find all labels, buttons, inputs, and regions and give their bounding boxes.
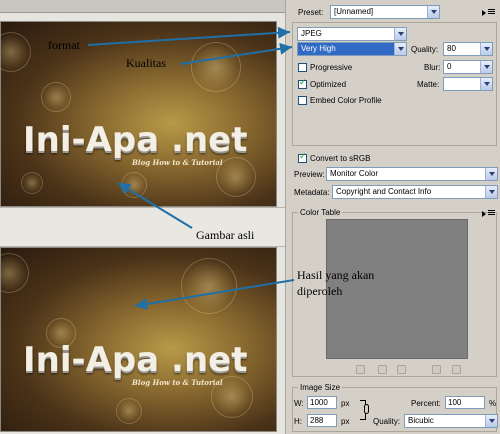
tagline-text: Blog How to & Tutorial xyxy=(132,158,223,167)
width-unit: px xyxy=(341,399,350,408)
logo-text: Ini-Apa .net xyxy=(23,120,248,160)
bokeh-circle xyxy=(1,253,29,293)
optimized-label: Optimized xyxy=(310,80,347,89)
trash-icon[interactable] xyxy=(452,365,461,374)
resample-quality-label: Quality: xyxy=(373,417,401,426)
quality-preset-dropdown[interactable]: Very High xyxy=(297,42,407,56)
chevron-down-icon xyxy=(480,43,492,55)
bokeh-circle xyxy=(121,172,147,198)
quality-label: Quality: xyxy=(411,45,439,54)
bokeh-circle xyxy=(21,172,43,194)
annotation-hasil-line1: Hasil yang akan xyxy=(297,268,375,282)
blur-label: Blur: xyxy=(424,63,441,72)
logo-text: Ini-Apa .net xyxy=(23,340,248,380)
chevron-down-icon xyxy=(394,28,406,40)
height-field[interactable]: 288 xyxy=(307,414,337,427)
convert-srgb-checkbox[interactable] xyxy=(298,152,307,163)
annotation-gambar-asli: Gambar asli xyxy=(196,228,255,242)
chevron-down-icon xyxy=(485,168,497,180)
settings-panel: Preset: [Unnamed] JPEG Very High Quality… xyxy=(285,0,500,434)
preset-label: Preset: xyxy=(298,8,324,17)
preview-label: Preview: xyxy=(294,170,325,179)
metadata-dropdown[interactable]: Copyright and Contact Info xyxy=(332,185,498,199)
preset-dropdown[interactable]: [Unnamed] xyxy=(330,5,440,19)
width-label: W: xyxy=(294,399,304,408)
chain-link-icon[interactable] xyxy=(364,404,369,414)
embed-color-profile-label: Embed Color Profile xyxy=(310,96,382,105)
matte-label: Matte: xyxy=(417,80,440,89)
blur-field[interactable]: 0 xyxy=(443,60,493,74)
lock-color-icon[interactable] xyxy=(397,365,406,374)
quality-field[interactable]: 80 xyxy=(443,42,493,56)
resample-quality-dropdown[interactable]: Bicubic xyxy=(404,414,498,428)
chevron-down-icon xyxy=(480,61,492,73)
progressive-checkbox[interactable] xyxy=(298,63,307,72)
map-color-icon[interactable] xyxy=(356,365,365,374)
annotation-kualitas: Kualitas xyxy=(126,56,166,70)
bokeh-circle xyxy=(191,42,241,92)
canvas-top-strip xyxy=(0,0,285,13)
bokeh-circle xyxy=(1,32,31,72)
chevron-down-icon xyxy=(480,78,492,90)
chevron-down-icon xyxy=(394,43,406,55)
image-size-title: Image Size xyxy=(298,383,343,392)
chevron-down-icon xyxy=(485,186,497,198)
percent-label: Percent: xyxy=(411,399,441,408)
chevron-down-icon xyxy=(485,415,497,427)
progressive-label: Progressive xyxy=(310,63,353,72)
panel-menu-icon[interactable] xyxy=(482,8,496,16)
height-unit: px xyxy=(341,417,350,426)
bokeh-circle xyxy=(116,398,142,424)
annotation-format: format xyxy=(48,38,80,52)
percent-unit: % xyxy=(489,399,497,408)
optimized-image-preview[interactable]: Ini-Apa .net Blog How to & Tutorial xyxy=(0,247,277,432)
optimized-checkbox[interactable] xyxy=(298,78,307,89)
preview-dropdown[interactable]: Monitor Color xyxy=(326,167,498,181)
color-table-menu-icon[interactable] xyxy=(482,209,496,217)
embed-color-profile-checkbox[interactable] xyxy=(298,96,307,105)
bokeh-circle xyxy=(181,258,237,314)
matte-dropdown[interactable] xyxy=(443,77,493,91)
width-field[interactable]: 1000 xyxy=(307,396,337,409)
new-color-icon[interactable] xyxy=(432,365,441,374)
original-image-preview[interactable]: Ini-Apa .net Blog How to & Tutorial xyxy=(0,21,277,207)
chevron-down-icon xyxy=(427,6,439,18)
color-table-title: Color Table xyxy=(298,208,343,217)
convert-srgb-label: Convert to sRGB xyxy=(310,154,371,163)
height-label: H: xyxy=(294,417,302,426)
annotation-hasil-line2: diperoleh xyxy=(297,284,343,298)
metadata-label: Metadata: xyxy=(294,188,330,197)
web-snap-icon[interactable] xyxy=(378,365,387,374)
percent-field[interactable]: 100 xyxy=(445,396,485,409)
color-table-swatch-area[interactable] xyxy=(326,219,468,359)
format-dropdown[interactable]: JPEG xyxy=(297,27,407,41)
tagline-text: Blog How to & Tutorial xyxy=(132,378,223,387)
bokeh-circle xyxy=(41,82,71,112)
